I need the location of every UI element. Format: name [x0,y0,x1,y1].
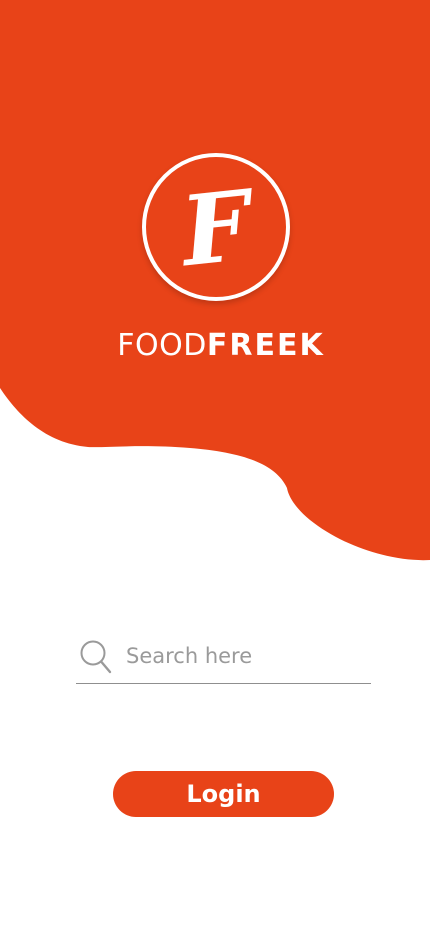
login-button[interactable]: Login [113,771,334,817]
brand-name-light: FOOD [117,328,207,363]
brand-wordmark: FOODFREEK [0,326,430,366]
search-icon[interactable] [78,636,114,676]
logo-letter: F [176,168,256,289]
logo-badge: F [142,153,290,301]
brand-name-bold: FREEK [206,328,325,363]
search-input[interactable] [126,643,356,668]
search-bar[interactable] [76,628,371,684]
